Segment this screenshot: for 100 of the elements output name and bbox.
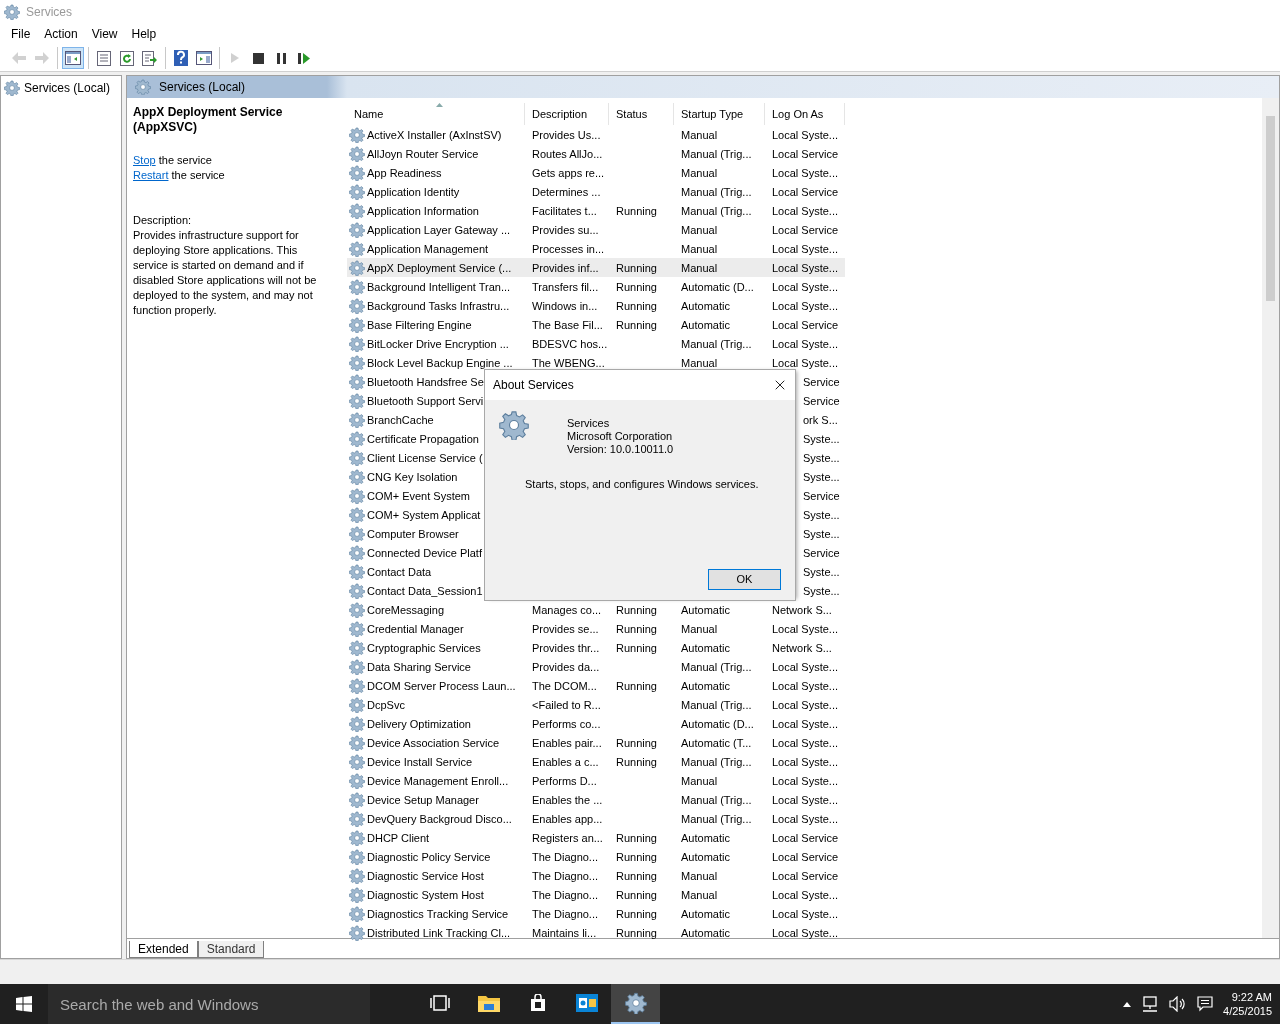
gears-icon [624,992,647,1014]
gear-icon [349,506,365,523]
table-cell: COM+ Event System [367,489,470,502]
table-cell: Local Syste... [772,926,839,939]
network-icon[interactable] [1141,996,1160,1012]
menu-item[interactable]: File [4,27,38,41]
table-cell: Routes AllJo... [532,147,603,160]
table-row[interactable]: Background Tasks Infrastru... Windows in... Running Automatic Local Syste... [347,296,845,315]
gear-icon [349,392,365,409]
table-cell: Diagnostic System Host [367,888,484,901]
menu-item[interactable]: Action [37,27,85,41]
clock[interactable]: 9:22 AM 4/25/2015 [1223,990,1272,1018]
table-row[interactable]: Diagnostics Tracking Service The Diagno... Running Automatic Local Syste... [347,904,845,923]
table-cell: CNG Key Isolation [367,470,458,483]
table-cell: Manual (Trig... [681,755,752,768]
table-cell: Running [616,736,657,749]
table-cell: Running [616,641,657,654]
table-cell: <Failed to R... [532,698,601,711]
table-cell: AllJoyn Router Service [367,147,479,160]
table-cell: Local Syste... [772,337,839,350]
table-cell: Syste... [803,451,840,464]
menu-item[interactable]: View [84,27,125,41]
company-name: Microsoft Corporation [567,430,674,443]
scrollbar[interactable] [1262,98,1279,938]
table-row[interactable]: Delivery Optimization Performs co... Automatic (D... Local Syste... [347,714,845,733]
description-label: Description: [133,213,193,228]
toolbar-button[interactable] [62,47,84,69]
caret-up-icon[interactable] [1123,1001,1132,1007]
table-row[interactable]: DcpSvc <Failed to R... Manual (Trig... Local Syste... [347,695,845,714]
table-row[interactable]: Diagnostic Service Host The Diagno... Running Manual Local Service [347,866,845,885]
gear-icon [349,620,365,637]
table-cell: Provides inf... [532,261,599,274]
table-row[interactable]: Data Sharing Service Provides da... Manual (Trig... Local Syste... [347,657,845,676]
table-cell: Enables app... [532,812,603,825]
table-row[interactable]: Application Information Facilitates t... Running Manual (Trig... Local Syste... [347,201,845,220]
table-row[interactable]: AppX Deployment Service (... Provides inf... Running Manual Local Syste... [347,258,845,277]
table-row[interactable]: Device Association Service Enables pair... Running Automatic (T... Local Syste... [347,733,845,752]
table-cell: Automatic (T... [681,736,752,749]
window-title: Services [26,4,73,19]
table-cell: Determines ... [532,185,601,198]
table-cell: Manual [681,869,718,882]
table-row[interactable]: Distributed Link Tracking Cl... Maintains li... Running Automatic Local Syste... [347,923,845,942]
table-row[interactable]: DevQuery Backgroud Disco... Enables app... Manual (Trig... Local Syste... [347,809,845,828]
table-cell: Local Syste... [772,622,839,635]
notification-icon[interactable] [1197,996,1214,1012]
table-row[interactable]: Background Intelligent Tran... Transfers fil... Running Automatic (D... Local Syste... [347,277,845,296]
column-header[interactable]: Description [525,103,609,125]
view-tab[interactable]: Extended [129,941,198,958]
table-row[interactable]: Device Management Enroll... Performs D... Manual Local Syste... [347,771,845,790]
table-cell: Connected Device Platf [367,546,482,559]
table-cell: Syste... [803,432,840,445]
search-field[interactable]: Search the web and Windows [48,984,370,1024]
table-cell: Manual (Trig... [681,337,752,350]
table-cell: Enables a c... [532,755,599,768]
table-row[interactable]: CoreMessaging Manages co... Running Automatic Network S... [347,600,845,619]
table-row[interactable]: Credential Manager Provides se... Running Manual Local Syste... [347,619,845,638]
view-tab[interactable]: Standard [197,941,265,958]
table-cell: Service [803,394,840,407]
volume-icon[interactable] [1169,996,1188,1012]
table-cell: Local Service [772,318,839,331]
column-header[interactable]: Log On As [765,103,845,125]
table-row[interactable]: Diagnostic Policy Service The Diagno... Running Automatic Local Service [347,847,845,866]
action-text: the service [158,154,212,166]
table-row[interactable]: DCOM Server Process Laun... The DCOM... Running Automatic Local Syste... [347,676,845,695]
dialog-description: Starts, stops, and configures Windows services. [525,478,760,491]
table-row[interactable]: AllJoyn Router Service Routes AllJo... Manual (Trig... Local Service [347,144,845,163]
table-cell: Contact Data_Session1 [367,584,483,597]
table-row[interactable]: Application Identity Determines ... Manual (Trig... Local Service [347,182,845,201]
table-cell: Provides su... [532,223,599,236]
table-row[interactable]: Application Layer Gateway ... Provides su... Manual Local Service [347,220,845,239]
column-header[interactable]: Startup Type [674,103,765,125]
table-cell: Running [616,204,657,217]
table-cell: Local Service [772,831,839,844]
help-icon [174,50,188,66]
table-cell: ork S... [803,413,838,426]
table-row[interactable]: BitLocker Drive Encryption ... BDESVC hos... Manual (Trig... Local Syste... [347,334,845,353]
table-row[interactable]: Diagnostic System Host The Diagno... Running Manual Local Syste... [347,885,845,904]
table-row[interactable]: App Readiness Gets apps re... Manual Local Syste... [347,163,845,182]
table-row[interactable]: DHCP Client Registers an... Running Automatic Local Service [347,828,845,847]
table-row[interactable]: Device Install Service Enables a c... Running Manual (Trig... Local Syste... [347,752,845,771]
gear-icon [349,354,365,371]
back-arrow-icon [11,51,27,65]
table-row[interactable]: ActiveX Installer (AxInstSV) Provides Us... Manual Local Syste... [347,125,845,144]
table-cell: Distributed Link Tracking Cl... [367,926,511,939]
table-row[interactable]: Cryptographic Services Provides thr... Running Automatic Network S... [347,638,845,657]
table-cell: Contact Data [367,565,432,578]
table-cell: Gets apps re... [532,166,605,179]
table-row[interactable]: Device Setup Manager Enables the ... Manual (Trig... Local Syste... [347,790,845,809]
ok-button[interactable]: OK [708,569,781,590]
action-link[interactable]: Stop [133,154,156,166]
column-header[interactable]: Status [609,103,674,125]
table-row[interactable]: Application Management Processes in... Manual Local Syste... [347,239,845,258]
table-cell: Manual [681,356,718,369]
table-row[interactable]: Block Level Backup Engine ... The WBENG... Manual Local Syste... [347,353,845,372]
action-link[interactable]: Restart [133,169,169,181]
tree-item[interactable]: Services (Local) [1,79,121,97]
table-row[interactable]: Base Filtering Engine The Base Fil... Running Automatic Local Service [347,315,845,334]
menu-item[interactable]: Help [124,27,164,41]
column-header[interactable]: Name [347,103,525,125]
refresh-icon [120,50,134,66]
